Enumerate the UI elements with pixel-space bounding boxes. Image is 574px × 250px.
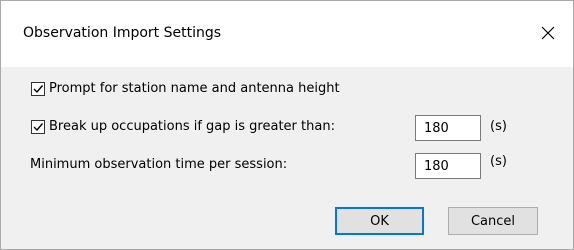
dialog-title: Observation Import Settings	[23, 25, 222, 41]
break-occupations-checkbox[interactable]	[31, 119, 45, 134]
prompt-station-option[interactable]: Prompt for station name and antenna heig…	[31, 81, 340, 96]
title-bar: Observation Import Settings	[1, 1, 573, 67]
checkmark-icon	[33, 84, 44, 93]
close-icon	[541, 26, 555, 40]
prompt-station-checkbox[interactable]	[31, 81, 45, 96]
min-observation-label: Minimum observation time per session:	[30, 157, 288, 172]
min-observation-input[interactable]	[415, 153, 481, 179]
cancel-button[interactable]: Cancel	[448, 207, 538, 235]
prompt-station-label: Prompt for station name and antenna heig…	[49, 81, 340, 96]
checkmark-icon	[33, 122, 44, 131]
gap-threshold-input[interactable]	[415, 115, 481, 141]
min-observation-unit: (s)	[490, 154, 507, 169]
import-settings-dialog: Observation Import Settings Prompt for s…	[0, 0, 574, 250]
ok-button[interactable]: OK	[335, 207, 424, 235]
break-occupations-label: Break up occupations if gap is greater t…	[49, 119, 335, 134]
break-occupations-option[interactable]: Break up occupations if gap is greater t…	[31, 119, 335, 134]
gap-threshold-unit: (s)	[490, 119, 507, 134]
close-button[interactable]	[523, 13, 573, 53]
